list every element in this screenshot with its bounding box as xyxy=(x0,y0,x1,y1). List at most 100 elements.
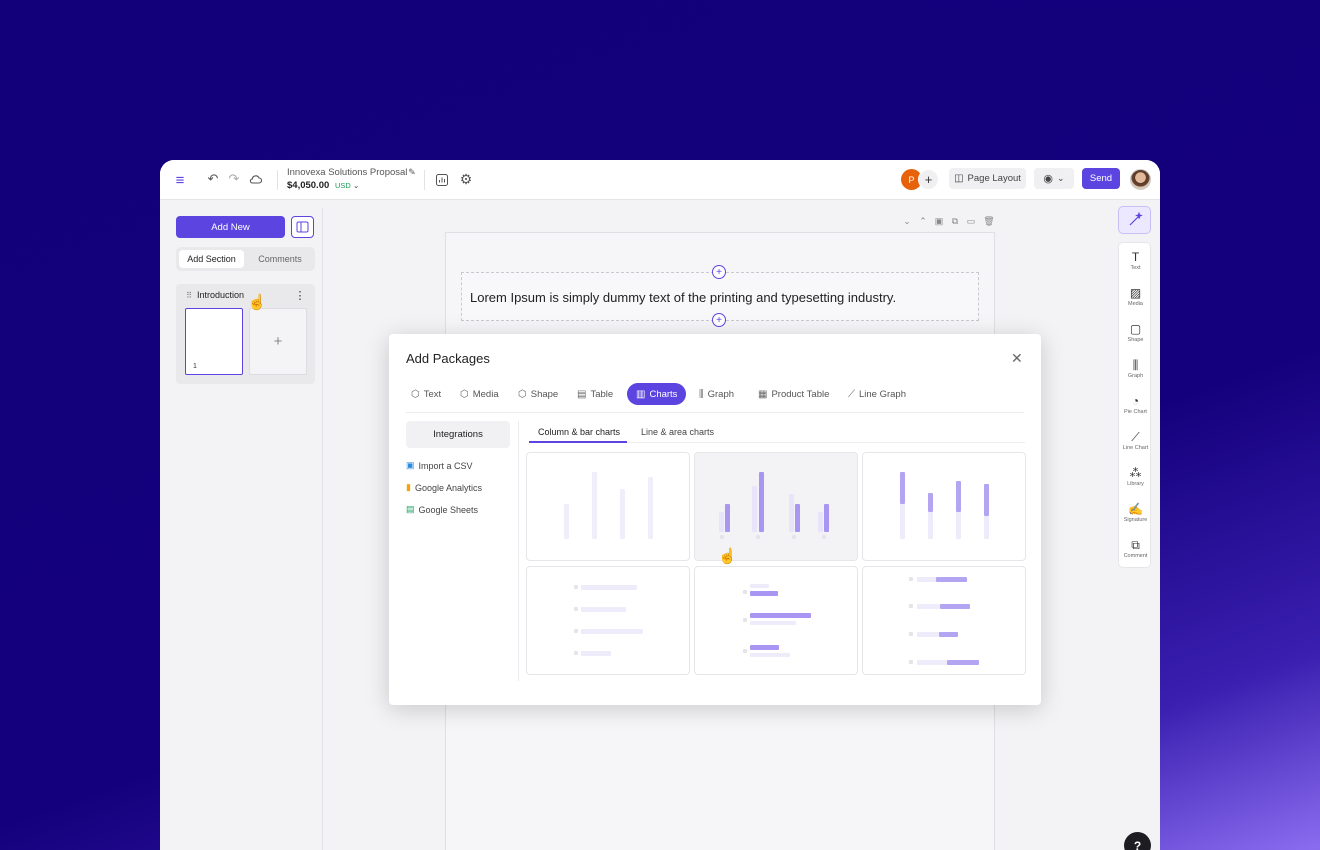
axis-tick xyxy=(574,585,578,589)
hand-cursor-icon: ☝ xyxy=(718,548,737,565)
tab-label: Product Table xyxy=(771,388,830,400)
modal-overlay: Add Packages ✕ ⬡ Text ⬡ Media ⬡ Shape ▤ Tabl… xyxy=(0,0,1320,850)
axis-tick xyxy=(720,535,724,539)
axis-tick xyxy=(574,651,578,655)
modal-title: Add Packages xyxy=(406,351,490,366)
add-packages-modal: Add Packages ✕ ⬡ Text ⬡ Media ⬡ Shape ▤ Tabl… xyxy=(389,334,1041,705)
hbar xyxy=(936,577,967,582)
google-sheets-icon: ▤ xyxy=(406,504,415,514)
tab-label: Line Graph xyxy=(859,388,907,400)
axis-tick xyxy=(743,649,747,653)
hbar xyxy=(917,660,947,665)
product-table-icon: ▦ xyxy=(758,388,768,400)
axis-tick xyxy=(822,535,826,539)
chart-icon: ▥ xyxy=(636,388,646,400)
bar xyxy=(564,504,569,539)
hbar xyxy=(581,629,643,634)
integration-label: Import a CSV xyxy=(418,460,473,471)
bar xyxy=(719,512,724,532)
hbar xyxy=(750,584,769,588)
divider xyxy=(627,442,1025,443)
tab-label: Shape xyxy=(530,388,559,400)
graph-icon: ⫼ xyxy=(699,388,704,400)
axis-tick xyxy=(909,604,913,608)
chart-option-stacked-horizontal-bar[interactable] xyxy=(862,566,1026,675)
hbar xyxy=(750,591,778,596)
package-tabs: ⬡ Text ⬡ Media ⬡ Shape ▤ Table ▥ Charts ⫼ Grap… xyxy=(406,383,1024,413)
hbar xyxy=(917,632,939,637)
csv-icon: ▣ xyxy=(406,460,415,470)
chart-option-grouped-horizontal-bar[interactable] xyxy=(694,566,858,675)
line-graph-icon: ⟋ xyxy=(848,388,855,400)
bar xyxy=(648,477,653,539)
hbar xyxy=(581,607,626,612)
subtab-column-bar[interactable]: Column & bar charts xyxy=(538,427,620,437)
chart-option-column[interactable] xyxy=(526,452,690,561)
hbar xyxy=(917,577,936,582)
bar xyxy=(824,504,829,532)
axis-tick xyxy=(574,629,578,633)
axis-tick xyxy=(756,535,760,539)
hbar xyxy=(917,604,940,609)
cube-icon: ⬡ xyxy=(518,388,527,400)
integrations-header: Integrations xyxy=(406,421,510,448)
axis-tick xyxy=(909,660,913,664)
bar xyxy=(900,472,905,504)
hbar xyxy=(581,651,611,656)
hbar xyxy=(750,621,796,625)
axis-tick xyxy=(574,607,578,611)
axis-tick xyxy=(792,535,796,539)
tab-label: Text xyxy=(423,388,442,400)
bar xyxy=(620,489,625,539)
tab-media[interactable]: ⬡ Media xyxy=(460,383,499,405)
bar xyxy=(956,481,961,512)
integration-label: Google Analytics xyxy=(414,482,482,493)
tab-graph[interactable]: ⫼ Graph xyxy=(699,383,734,405)
tab-label: Table xyxy=(590,388,614,400)
tab-line-graph[interactable]: ⟋ Line Graph xyxy=(848,383,906,405)
bar xyxy=(984,484,989,516)
bar xyxy=(725,504,730,532)
bar xyxy=(759,472,764,532)
divider xyxy=(518,421,519,681)
axis-tick xyxy=(909,577,913,581)
axis-tick xyxy=(909,632,913,636)
bar xyxy=(795,504,800,532)
bar xyxy=(900,504,905,539)
hbar xyxy=(750,645,779,650)
hbar xyxy=(947,660,979,665)
bar xyxy=(592,472,597,539)
bar xyxy=(818,512,823,532)
tab-label: Graph xyxy=(707,388,735,400)
google-analytics-item[interactable]: ▮ Google Analytics xyxy=(406,482,482,493)
bar xyxy=(928,512,933,539)
cube-icon: ⬡ xyxy=(460,388,469,400)
close-icon[interactable]: ✕ xyxy=(1011,350,1023,367)
tab-charts[interactable]: ▥ Charts xyxy=(627,383,687,405)
subtab-line-area[interactable]: Line & area charts xyxy=(641,427,714,437)
tab-label: Media xyxy=(472,388,499,400)
axis-tick xyxy=(743,618,747,622)
chart-option-grouped-column[interactable] xyxy=(694,452,858,561)
bar xyxy=(984,516,989,539)
hbar xyxy=(750,613,811,618)
tab-product-table[interactable]: ▦ Product Table xyxy=(758,383,829,405)
table-icon: ▤ xyxy=(577,388,587,400)
hbar xyxy=(750,653,790,657)
import-csv-item[interactable]: ▣ Import a CSV xyxy=(406,460,473,471)
tab-text[interactable]: ⬡ Text xyxy=(411,383,441,405)
chart-option-stacked-column[interactable] xyxy=(862,452,1026,561)
bar xyxy=(928,493,933,512)
tab-table[interactable]: ▤ Table xyxy=(577,383,613,405)
google-analytics-icon: ▮ xyxy=(406,482,411,492)
chart-option-horizontal-bar[interactable] xyxy=(526,566,690,675)
tab-shape[interactable]: ⬡ Shape xyxy=(518,383,558,405)
bar xyxy=(752,486,757,532)
bar xyxy=(789,494,794,532)
cube-icon: ⬡ xyxy=(411,388,420,400)
bar xyxy=(956,512,961,539)
axis-tick xyxy=(743,590,747,594)
hbar xyxy=(940,604,970,609)
hbar xyxy=(581,585,637,590)
google-sheets-item[interactable]: ▤ Google Sheets xyxy=(406,504,478,515)
